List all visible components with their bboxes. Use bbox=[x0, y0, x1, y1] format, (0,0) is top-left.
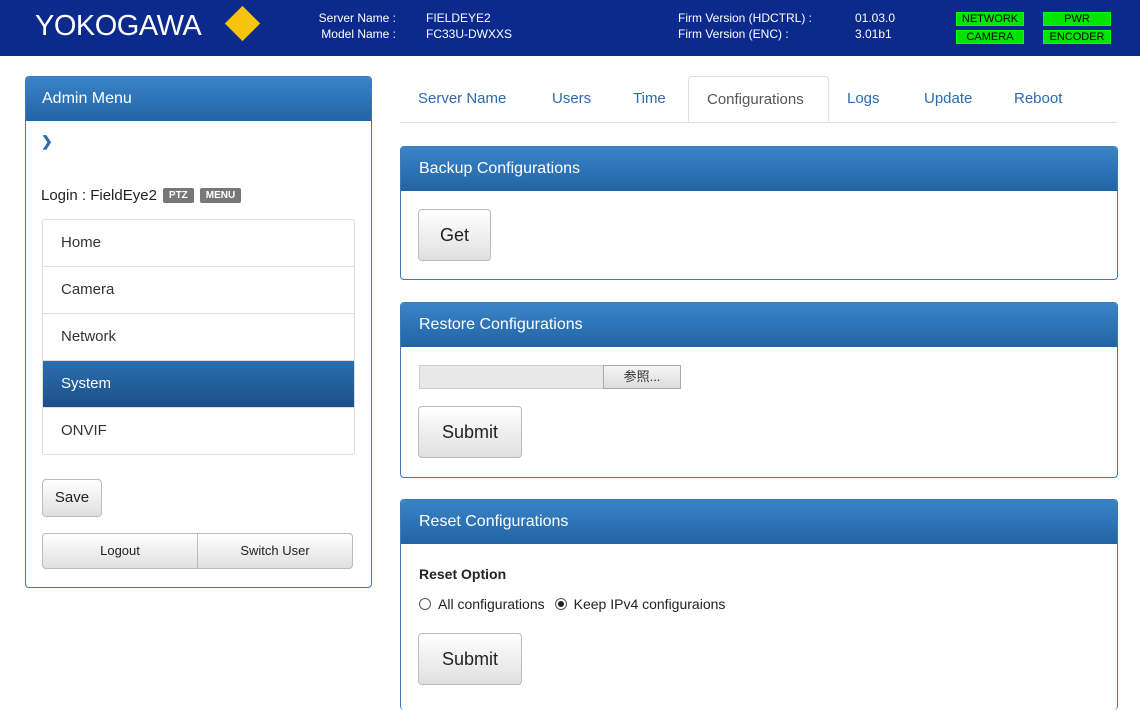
restore-configurations-panel: Restore Configurations 参照... Submit bbox=[400, 302, 1118, 478]
yokogawa-logo: YOKOGAWA bbox=[35, 10, 202, 42]
backup-panel-title: Backup Configurations bbox=[401, 147, 1117, 191]
firm-enc-value: 3.01b1 bbox=[855, 27, 892, 41]
backup-configurations-panel: Backup Configurations Get bbox=[400, 146, 1118, 280]
server-name-label: Server Name : bbox=[318, 11, 396, 25]
save-button[interactable]: Save bbox=[42, 479, 102, 517]
tab-update[interactable]: Update bbox=[924, 76, 972, 122]
reset-option-label: Reset Option bbox=[419, 566, 507, 582]
radio-all-configurations[interactable] bbox=[419, 598, 431, 610]
browse-button[interactable]: 参照... bbox=[603, 365, 681, 389]
firm-hdctrl-label: Firm Version (HDCTRL) : bbox=[678, 11, 813, 25]
restore-panel-title: Restore Configurations bbox=[401, 303, 1117, 347]
ptz-tag[interactable]: PTZ bbox=[162, 188, 194, 203]
system-tabs: Server Name Users Time Configurations Lo… bbox=[400, 76, 1117, 123]
menu-item-camera[interactable]: Camera bbox=[43, 267, 354, 314]
network-status-badge: NETWORK bbox=[956, 12, 1024, 26]
admin-menu-panel: Admin Menu ❯ Login : FieldEye2 PTZ MENU Ho… bbox=[25, 76, 372, 588]
radio-all-configurations-label[interactable]: All configurations bbox=[438, 596, 545, 612]
reset-panel-title: Reset Configurations bbox=[401, 500, 1117, 544]
encoder-status-badge: ENCODER bbox=[1043, 30, 1111, 44]
reset-configurations-panel: Reset Configurations Reset Option All co… bbox=[400, 499, 1118, 710]
session-button-group: Logout Switch User bbox=[42, 533, 353, 569]
menu-item-onvif[interactable]: ONVIF bbox=[43, 408, 354, 454]
admin-menu-list: Home Camera Network System ONVIF bbox=[42, 219, 355, 455]
model-name-value: FC33U-DWXXS bbox=[426, 27, 513, 41]
admin-menu-title: Admin Menu bbox=[26, 77, 371, 121]
menu-tag[interactable]: MENU bbox=[199, 188, 242, 203]
tab-reboot[interactable]: Reboot bbox=[1014, 76, 1062, 122]
restore-submit-button[interactable]: Submit bbox=[418, 406, 522, 458]
pwr-status-badge: PWR bbox=[1043, 12, 1111, 26]
server-name-value: FIELDEYE2 bbox=[426, 11, 491, 25]
get-button[interactable]: Get bbox=[418, 209, 491, 261]
login-text: Login : FieldEye2 bbox=[41, 187, 157, 204]
top-bar: YOKOGAWA Server Name : Model Name : FIEL… bbox=[0, 0, 1140, 56]
menu-item-home[interactable]: Home bbox=[43, 220, 354, 267]
menu-item-network[interactable]: Network bbox=[43, 314, 354, 361]
tab-time[interactable]: Time bbox=[633, 76, 666, 122]
tab-configurations[interactable]: Configurations bbox=[688, 76, 829, 122]
restore-file-path-field[interactable] bbox=[419, 365, 605, 389]
model-name-label: Model Name : bbox=[321, 27, 396, 41]
radio-keep-ipv4[interactable] bbox=[554, 598, 567, 610]
radio-keep-ipv4-label[interactable]: Keep IPv4 configuraions bbox=[574, 596, 726, 612]
login-info: Login : FieldEye2 PTZ MENU bbox=[41, 187, 242, 204]
tab-logs[interactable]: Logs bbox=[847, 76, 880, 122]
chevron-down-icon[interactable]: ❯ bbox=[41, 133, 53, 150]
firm-enc-label: Firm Version (ENC) : bbox=[678, 27, 789, 41]
firm-hdctrl-value: 01.03.0 bbox=[855, 11, 896, 25]
tab-server-name[interactable]: Server Name bbox=[418, 76, 506, 122]
reset-option-group: All configurations Keep IPv4 configuraio… bbox=[419, 596, 725, 612]
menu-item-system[interactable]: System bbox=[43, 361, 354, 408]
logo-diamond-icon bbox=[224, 5, 261, 42]
switch-user-button[interactable]: Switch User bbox=[198, 533, 353, 569]
reset-submit-button[interactable]: Submit bbox=[418, 633, 522, 685]
camera-status-badge: CAMERA bbox=[956, 30, 1024, 44]
logout-button[interactable]: Logout bbox=[42, 533, 198, 569]
tab-users[interactable]: Users bbox=[552, 76, 591, 122]
